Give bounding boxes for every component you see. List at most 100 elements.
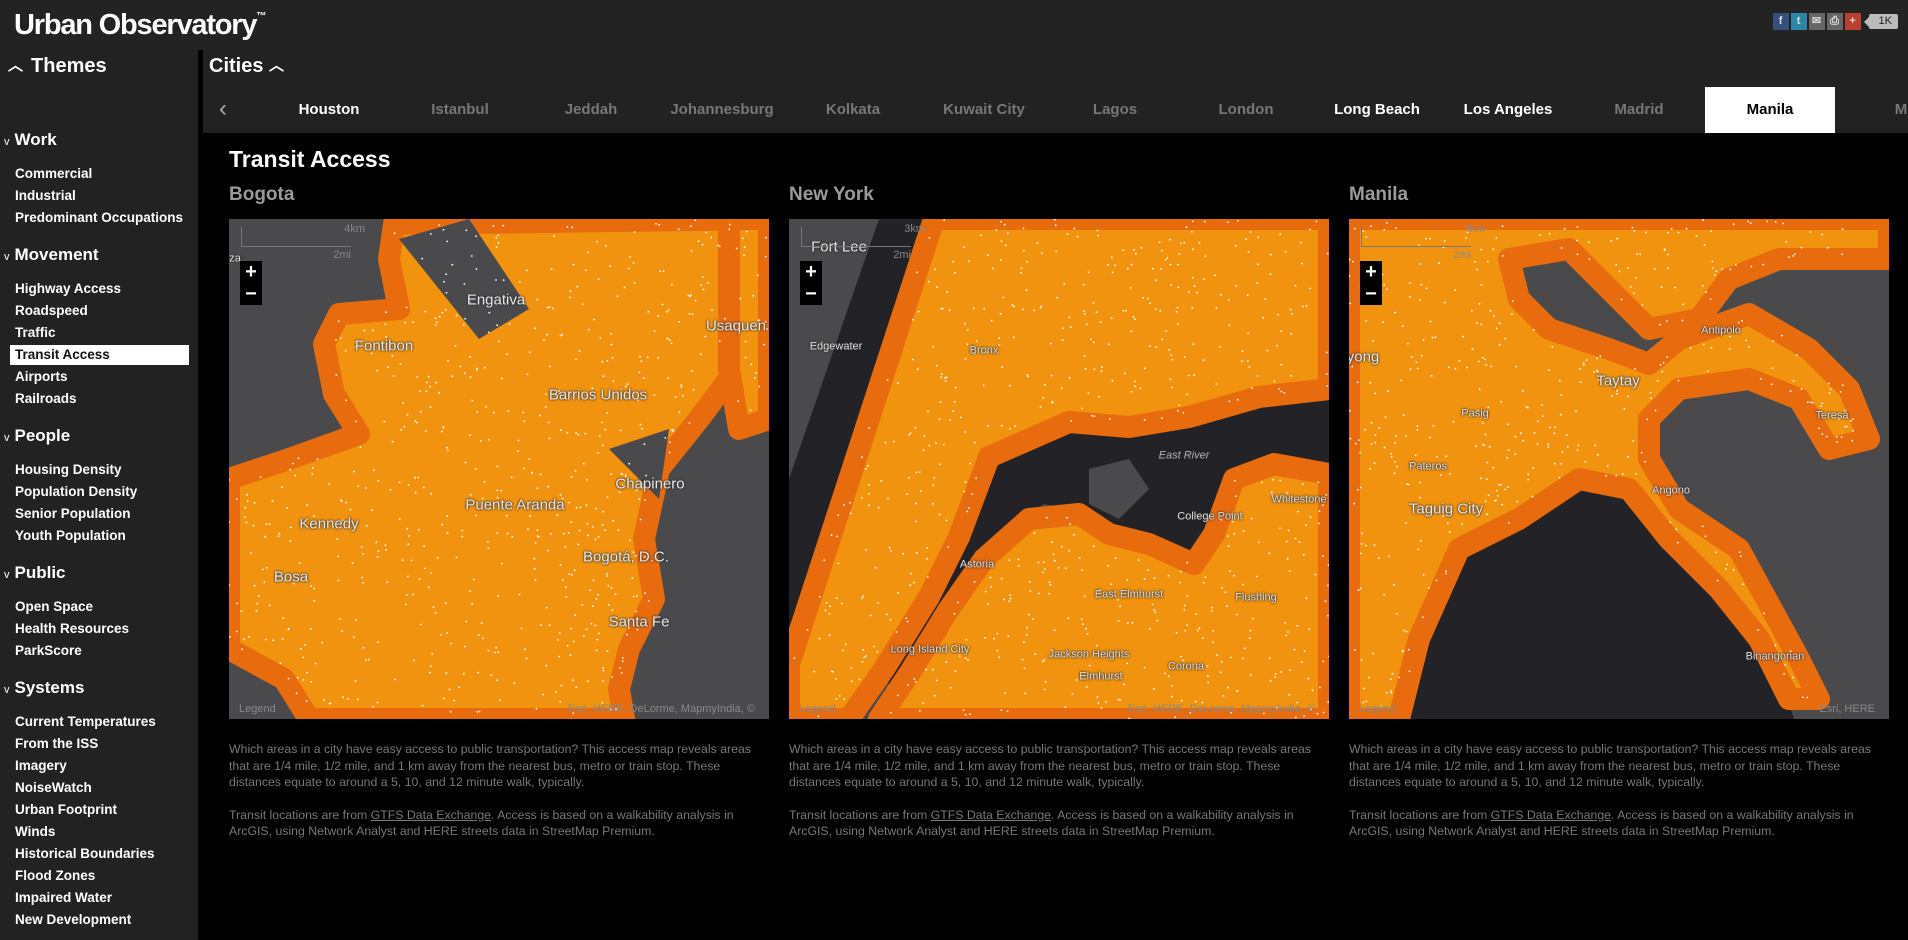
transit-stop — [1170, 284, 1173, 286]
sidebar-item-railroads[interactable]: Railroads — [0, 388, 189, 410]
transit-stop — [1560, 463, 1562, 465]
transit-stop — [1041, 571, 1044, 574]
sidebar-item-parkscore[interactable]: ParkScore — [0, 640, 189, 662]
sidebar-item-noisewatch[interactable]: NoiseWatch — [0, 777, 189, 799]
gtfs-link[interactable]: GTFS Data Exchange — [931, 808, 1051, 822]
transit-stop — [1827, 382, 1830, 385]
city-tab-madrid[interactable]: Madrid — [1574, 87, 1704, 133]
transit-stop — [1402, 414, 1405, 417]
map-canvas[interactable] — [789, 219, 1329, 719]
city-tab-london[interactable]: London — [1181, 87, 1311, 133]
transit-stop — [1656, 379, 1659, 382]
transit-access-map[interactable]: Fort Lee Edgewater Bronx East River Whitesto… — [789, 219, 1329, 719]
zoom-out-button[interactable]: − — [800, 283, 822, 305]
sidebar-item-airports[interactable]: Airports — [0, 366, 189, 388]
transit-stop — [372, 705, 374, 708]
transit-stop — [1582, 361, 1585, 364]
sidebar-item-new-development[interactable]: New Development — [0, 909, 189, 931]
transit-stop — [362, 646, 365, 649]
print-icon[interactable]: ⎙ — [1826, 13, 1843, 30]
cities-toggle[interactable]: Cities ︿ — [209, 55, 292, 78]
sidebar-item-open-space[interactable]: Open Space — [0, 596, 189, 618]
sidebar-item-health-resources[interactable]: Health Resources — [0, 618, 189, 640]
section-movement[interactable]: v Movement — [0, 241, 198, 269]
twitter-icon[interactable]: t — [1790, 13, 1807, 30]
city-tab-los-angeles[interactable]: Los Angeles — [1443, 87, 1573, 133]
transit-stop — [1000, 240, 1003, 242]
map-canvas[interactable] — [229, 219, 769, 719]
sidebar-item-highway-access[interactable]: Highway Access — [0, 278, 189, 300]
zoom-in-button[interactable]: + — [240, 261, 262, 283]
zoom-out-button[interactable]: − — [1360, 283, 1382, 305]
sidebar-item-senior-population[interactable]: Senior Population — [0, 503, 189, 525]
sidebar-item-imagery[interactable]: Imagery — [0, 755, 189, 777]
sidebar-item-traffic[interactable]: Traffic — [0, 322, 189, 344]
chevron-left-icon[interactable]: ‹ — [219, 95, 227, 123]
transit-stop — [421, 257, 424, 260]
zoom-control: + − — [1360, 261, 1382, 305]
transit-stop — [546, 333, 548, 336]
city-tab-johannesburg[interactable]: Johannesburg — [657, 87, 787, 133]
sidebar-item-from-the-iss[interactable]: From the ISS — [0, 733, 189, 755]
sidebar-item-predominant-occupations[interactable]: Predominant Occupations — [0, 207, 189, 229]
gtfs-link[interactable]: GTFS Data Exchange — [1491, 808, 1611, 822]
city-tab-lagos[interactable]: Lagos — [1050, 87, 1180, 133]
zoom-in-button[interactable]: + — [800, 261, 822, 283]
sidebar-item-impaired-water[interactable]: Impaired Water — [0, 887, 189, 909]
transit-access-map[interactable]: Engativa Fontibon Usaquen Barrios Unidos Cha… — [229, 219, 769, 719]
email-icon[interactable]: ✉ — [1808, 13, 1825, 30]
sidebar-item-current-temperatures[interactable]: Current Temperatures — [0, 711, 189, 733]
transit-stop — [1022, 227, 1025, 230]
transit-access-map[interactable]: yong Antipolo Taytay Pasig Teresa Pateros Tagu… — [1349, 219, 1889, 719]
themes-toggle[interactable]: ︿ Themes — [8, 55, 107, 78]
transit-stop — [278, 532, 281, 535]
transit-stop — [592, 579, 595, 582]
legend-button[interactable]: Legend — [799, 703, 836, 715]
transit-stop — [1393, 472, 1396, 475]
zoom-in-button[interactable]: + — [1360, 261, 1382, 283]
transit-stop — [562, 578, 564, 581]
section-public[interactable]: v Public — [0, 559, 198, 587]
sidebar-item-commercial[interactable]: Commercial — [0, 163, 189, 185]
sidebar-item-population-density[interactable]: Population Density — [0, 481, 189, 503]
sidebar-item-flood-zones[interactable]: Flood Zones — [0, 865, 189, 887]
transit-stop — [1531, 495, 1534, 498]
transit-stop — [404, 603, 407, 606]
facebook-icon[interactable]: f — [1772, 13, 1789, 30]
city-tab-manila[interactable]: Manila — [1705, 87, 1835, 133]
legend-button[interactable]: Legend — [239, 703, 276, 715]
transit-stop — [1007, 635, 1010, 638]
logo[interactable]: Urban Observatory™ — [14, 9, 266, 42]
gtfs-link[interactable]: GTFS Data Exchange — [371, 808, 491, 822]
transit-stop — [1485, 364, 1488, 366]
sidebar-item-winds[interactable]: Winds — [0, 821, 189, 843]
transit-stop — [577, 543, 580, 546]
transit-stop — [1452, 420, 1455, 423]
city-tab-m[interactable]: M — [1836, 87, 1908, 133]
sidebar-item-historical-boundaries[interactable]: Historical Boundaries — [0, 843, 189, 865]
section-people[interactable]: v People — [0, 422, 198, 450]
legend-button[interactable]: Legend — [1359, 703, 1396, 715]
sidebar-item-youth-population[interactable]: Youth Population — [0, 525, 189, 547]
sidebar-item-transit-access[interactable]: Transit Access — [10, 345, 189, 365]
transit-stop — [470, 255, 473, 257]
sidebar-item-urban-footprint[interactable]: Urban Footprint — [0, 799, 189, 821]
section-work[interactable]: v Work — [0, 126, 198, 154]
city-tab-houston[interactable]: Houston — [264, 87, 394, 133]
city-tab-jeddah[interactable]: Jeddah — [526, 87, 656, 133]
transit-stop — [1360, 543, 1363, 545]
zoom-out-button[interactable]: − — [240, 283, 262, 305]
city-tab-istanbul[interactable]: Istanbul — [395, 87, 525, 133]
sidebar-item-roadspeed[interactable]: Roadspeed — [0, 300, 189, 322]
map-canvas[interactable] — [1349, 219, 1889, 719]
section-systems[interactable]: v Systems — [0, 674, 198, 702]
plus-icon[interactable]: + — [1844, 13, 1861, 30]
transit-stop — [1000, 220, 1002, 223]
sidebar-item-housing-density[interactable]: Housing Density — [0, 459, 189, 481]
city-tab-kuwait-city[interactable]: Kuwait City — [919, 87, 1049, 133]
transit-stop — [536, 535, 539, 538]
city-tab-kolkata[interactable]: Kolkata — [788, 87, 918, 133]
city-tab-long-beach[interactable]: Long Beach — [1312, 87, 1442, 133]
transit-stop — [1471, 309, 1473, 312]
sidebar-item-industrial[interactable]: Industrial — [0, 185, 189, 207]
